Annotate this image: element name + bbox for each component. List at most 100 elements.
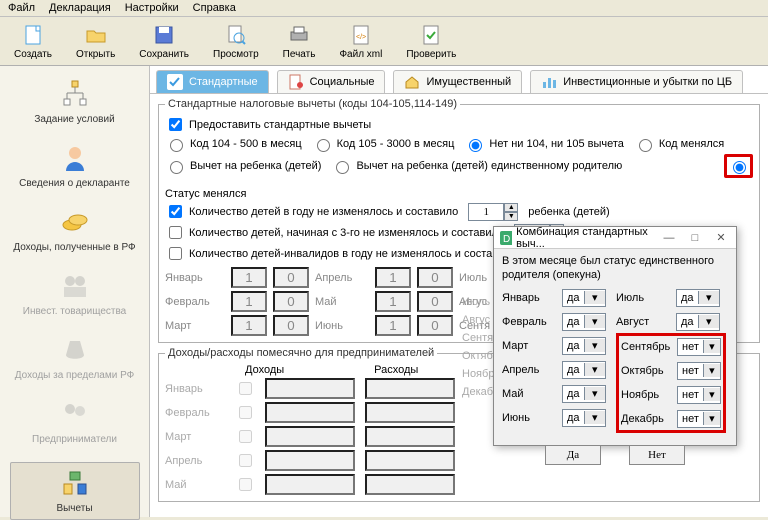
month-label: Январь [165, 272, 225, 284]
provide-std-check[interactable]: Предоставить стандартные вычеты [165, 115, 371, 134]
chart-icon [541, 74, 557, 90]
dialog-title: Комбинация стандартных выч... [516, 226, 658, 250]
chevron-down-icon: ▾ [584, 315, 605, 328]
step-up-icon[interactable]: ▲ [504, 203, 518, 212]
tab-standard[interactable]: Стандартные [156, 70, 269, 93]
app-icon: D [500, 231, 512, 245]
toolbar-preview[interactable]: Просмотр [207, 21, 265, 62]
toolbar-xml[interactable]: </> Файл xml [333, 21, 388, 62]
month-val2[interactable] [273, 267, 309, 288]
toolbar-check-label: Проверить [406, 49, 456, 60]
month-label: Март [165, 431, 225, 443]
new-icon [21, 23, 45, 47]
maximize-button[interactable]: □ [684, 230, 706, 246]
month-val2[interactable] [273, 291, 309, 312]
toolbar-print-label: Печать [283, 49, 316, 60]
month-label: Январь [165, 383, 225, 395]
radio-code105[interactable]: Код 105 - 3000 в месяц [312, 136, 455, 152]
dialog-yes-button[interactable]: Да [545, 445, 601, 465]
month-check [239, 382, 252, 395]
check-icon [167, 74, 183, 90]
month-select[interactable]: нет▾ [677, 386, 721, 404]
dialog-status-combination: D Комбинация стандартных выч... — □ ✕ В … [493, 226, 737, 446]
kids-inv-unchanged-check[interactable]: Количество детей-инвалидов в году не изм… [165, 244, 517, 263]
radio-code-changed[interactable]: Код менялся [634, 136, 724, 152]
month-val1[interactable] [231, 315, 267, 336]
checkbox-label: Количество детей-инвалидов в году не изм… [189, 248, 517, 260]
month-select[interactable]: нет▾ [677, 362, 721, 380]
month-label: Май [502, 388, 556, 400]
dialog-no-button[interactable]: Нет [629, 445, 685, 465]
month-val1[interactable] [375, 291, 411, 312]
groupbox-legend: Доходы/расходы помесячно для предпринима… [165, 347, 437, 359]
tab-property[interactable]: Имущественный [393, 70, 522, 93]
month-select[interactable]: да▾ [562, 337, 606, 355]
radio-child[interactable]: Вычет на ребенка (детей) [165, 158, 321, 174]
preview-icon [224, 23, 248, 47]
sidebar-item-deductions[interactable]: Вычеты [10, 462, 140, 520]
month-label: Сентябрь [621, 341, 671, 353]
money-bag-icon [59, 334, 91, 366]
toolbar-new[interactable]: Создать [8, 21, 58, 62]
month-label: Декабрь [621, 413, 671, 425]
menu-declaration[interactable]: Декларация [49, 2, 111, 14]
toolbar: Создать Открыть Сохранить Просмотр Печат… [0, 17, 768, 66]
toolbar-open[interactable]: Открыть [70, 21, 121, 62]
toolbar-save[interactable]: Сохранить [133, 21, 195, 62]
month-select[interactable]: да▾ [562, 361, 606, 379]
menu-help[interactable]: Справка [193, 2, 236, 14]
menu-file[interactable]: Файл [8, 2, 35, 14]
menu-settings[interactable]: Настройки [125, 2, 179, 14]
kids-unchanged-check[interactable]: Количество детей в году не изменялось и … [165, 202, 458, 221]
sidebar-item-income-rf[interactable]: Доходы, полученные в РФ [10, 206, 140, 254]
tab-social[interactable]: Социальные [277, 70, 386, 93]
month-label: Май [315, 296, 369, 308]
month-select[interactable]: да▾ [562, 313, 606, 331]
month-val1[interactable] [231, 267, 267, 288]
sidebar-item-declarant[interactable]: Сведения о декларанте [10, 142, 140, 190]
step-down-icon[interactable]: ▼ [504, 212, 518, 221]
month-select[interactable]: нет▾ [677, 338, 721, 356]
toolbar-save-label: Сохранить [139, 49, 189, 60]
month-select[interactable]: да▾ [676, 313, 720, 331]
dialog-titlebar[interactable]: D Комбинация стандартных выч... — □ ✕ [494, 227, 736, 249]
radio-code104[interactable]: Код 104 - 500 в месяц [165, 136, 302, 152]
coins-icon [59, 206, 91, 238]
sidebar-item-conditions[interactable]: Задание условий [10, 78, 140, 126]
month-val1[interactable] [231, 291, 267, 312]
sidebar-item-label: Предприниматели [10, 434, 140, 446]
close-button[interactable]: ✕ [710, 230, 732, 246]
people-icon [59, 398, 91, 430]
kids-count-stepper[interactable]: ▲▼ [468, 203, 518, 221]
toolbar-check[interactable]: Проверить [400, 21, 462, 62]
sidebar-item-entrepreneurs: Предприниматели [10, 398, 140, 446]
month-select[interactable]: да▾ [562, 385, 606, 403]
month-select[interactable]: да▾ [562, 409, 606, 427]
month-val2[interactable] [273, 315, 309, 336]
month-label: Июнь [315, 320, 369, 332]
tab-invest[interactable]: Инвестиционные и убытки по ЦБ [530, 70, 743, 93]
sidebar-item-income-abroad: Доходы за пределами РФ [10, 334, 140, 382]
menubar: Файл Декларация Настройки Справка [0, 0, 768, 17]
minimize-button[interactable]: — [658, 230, 680, 246]
month-select[interactable]: нет▾ [677, 410, 721, 428]
month-val2[interactable] [417, 315, 453, 336]
chevron-down-icon: ▾ [584, 363, 605, 376]
month-select[interactable]: да▾ [676, 289, 720, 307]
radio-status-changed[interactable] [728, 158, 749, 174]
sidebar-item-label: Инвест. товарищества [10, 306, 140, 318]
tab-label: Социальные [310, 76, 375, 88]
toolbar-print[interactable]: Печать [277, 21, 322, 62]
check-icon [419, 23, 443, 47]
radio-label: Код 105 - 3000 в месяц [337, 138, 455, 150]
kids3-unchanged-check[interactable]: Количество детей, начиная с 3-го не изме… [165, 223, 504, 242]
month-val2[interactable] [417, 291, 453, 312]
chevron-down-icon: ▾ [698, 315, 719, 328]
radio-none[interactable]: Нет ни 104, ни 105 вычета [464, 136, 623, 152]
month-val1[interactable] [375, 267, 411, 288]
month-select[interactable]: да▾ [562, 289, 606, 307]
radio-label: Статус менялся [165, 188, 246, 200]
radio-child-single[interactable]: Вычет на ребенка (детей) единственному р… [331, 158, 622, 174]
month-val2[interactable] [417, 267, 453, 288]
month-val1[interactable] [375, 315, 411, 336]
